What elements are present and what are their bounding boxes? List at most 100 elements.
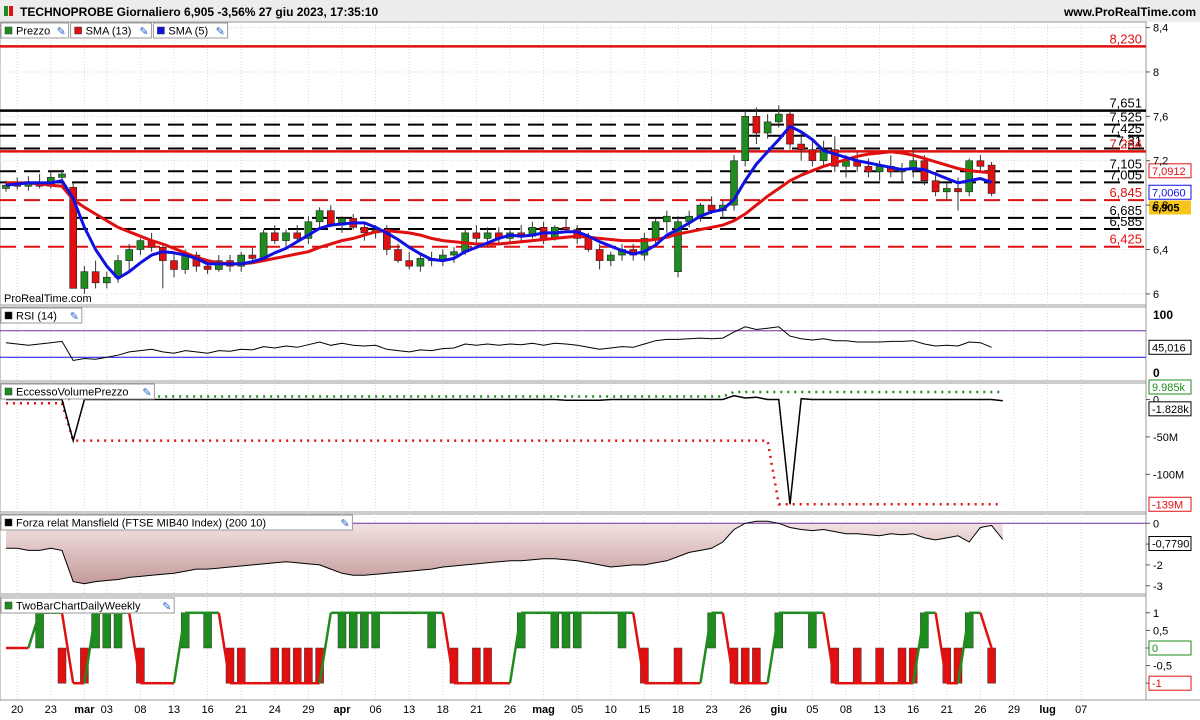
x-tick-label: 23 <box>705 704 717 716</box>
wrench-icon: ✎ <box>162 601 171 613</box>
candle-body <box>662 215 671 223</box>
wrench-icon: ✎ <box>142 387 151 399</box>
legend-item-swatch <box>74 26 82 35</box>
y-tick-label: 0 <box>1153 366 1160 380</box>
x-tick-label: 08 <box>134 704 146 716</box>
y-tick-label: 7,2 <box>1153 156 1168 168</box>
twobar-legend-swatch <box>4 601 13 610</box>
y-tick-label: -50M <box>1153 432 1178 444</box>
y-tick-label: 8 <box>1153 67 1159 79</box>
candle-body <box>405 260 414 267</box>
x-tick-label: 13 <box>873 704 885 716</box>
twobar-bar <box>203 612 212 649</box>
mansfield-legend: Forza relat Mansfield (FTSE MIB40 Index)… <box>16 518 266 530</box>
candle-body <box>651 221 660 239</box>
x-tick-label: mar <box>74 704 95 716</box>
chart-title: TECHNOPROBE Giornaliero 6,905 -3,56% 27 … <box>20 5 378 19</box>
candle-body <box>752 116 761 134</box>
evp-legend: EccessoVolumePrezzo <box>16 387 129 399</box>
legend-item-swatch <box>4 26 13 35</box>
x-tick-label: 05 <box>571 704 583 716</box>
x-tick-label: 10 <box>605 704 617 716</box>
x-tick-label: 03 <box>101 704 113 716</box>
x-tick-label: 08 <box>840 704 852 716</box>
x-tick-label: 21 <box>941 704 953 716</box>
candle-body <box>562 227 570 230</box>
y-tick-label: 1 <box>1153 608 1159 620</box>
watermark: ProRealTime.com <box>4 293 92 305</box>
site-label: www.ProRealTime.com <box>1063 5 1196 19</box>
wrench-icon: ✎ <box>340 518 349 530</box>
y-tick-label: 6,8 <box>1153 200 1168 212</box>
candle-body <box>136 240 145 250</box>
candle-body <box>259 232 268 259</box>
candle-body <box>248 254 257 259</box>
twobar-bar <box>427 612 436 649</box>
x-tick-label: lug <box>1039 704 1056 716</box>
candle-body <box>125 249 133 261</box>
twobar-bar <box>897 647 907 684</box>
candle-body <box>976 160 985 167</box>
legend-item: Prezzo <box>16 26 50 38</box>
x-tick-label: 15 <box>638 704 650 716</box>
candle-body <box>942 188 951 193</box>
candle-body <box>80 271 89 289</box>
twobar-bar <box>987 647 996 684</box>
candle-body <box>170 260 178 270</box>
twobar-bar <box>673 647 683 684</box>
twobar-bar <box>281 647 291 684</box>
twobar-zero-label: 0 <box>1152 643 1158 655</box>
header-icon <box>4 6 8 16</box>
wrench-icon: ✎ <box>216 26 225 38</box>
y-tick-label: 6,4 <box>1153 245 1168 257</box>
candle-body <box>797 143 806 150</box>
candle-body <box>360 227 369 234</box>
x-tick-label: 29 <box>302 704 314 716</box>
twobar-bar <box>371 612 380 649</box>
candle-body <box>282 232 290 241</box>
twobar-legend: TwoBarChartDailyWeekly <box>16 601 141 613</box>
x-tick-label: 29 <box>1008 704 1020 716</box>
evp-last-label: -1.828k <box>1152 404 1189 416</box>
x-tick-label: 21 <box>235 704 247 716</box>
candle-body <box>91 271 100 284</box>
candle-body <box>987 164 996 194</box>
x-tick-label: 24 <box>269 704 281 716</box>
evp-top-label: 9.985k <box>1152 382 1186 394</box>
x-tick-label: giu <box>771 704 788 716</box>
rsi-legend-swatch <box>4 311 13 320</box>
x-tick-label: 26 <box>739 704 751 716</box>
candle-body <box>763 121 772 134</box>
price-level-label: 6,845 <box>1109 185 1142 200</box>
candle-body <box>954 188 962 193</box>
evp-legend-swatch <box>4 387 13 396</box>
twobar-bar <box>57 647 67 684</box>
chart-root: TECHNOPROBE Giornaliero 6,905 -3,56% 27 … <box>0 0 1200 720</box>
price-level-label: 7,284 <box>1109 136 1142 151</box>
candle-body <box>270 232 279 241</box>
candle-body <box>931 180 940 193</box>
y-tick-label: 7,6 <box>1153 111 1168 123</box>
x-tick-label: 21 <box>470 704 482 716</box>
twobar-bar <box>348 612 358 649</box>
sma5-last-label: 7,0060 <box>1152 187 1186 199</box>
candle-body <box>472 232 481 239</box>
legend-item: SMA (5) <box>168 26 208 38</box>
header-icon-red <box>9 6 13 16</box>
twobar-bar <box>360 612 369 649</box>
candle-body <box>741 116 750 162</box>
price-level-label: 7,005 <box>1109 167 1142 182</box>
x-tick-label: 13 <box>168 704 180 716</box>
candle-body <box>774 113 783 123</box>
twobar-bar <box>572 612 582 649</box>
x-tick-label: 06 <box>369 704 381 716</box>
twobar-bar <box>740 647 750 684</box>
twobar-bar <box>808 612 817 649</box>
rsi-legend: RSI (14) <box>16 311 57 323</box>
candle-body <box>203 265 212 270</box>
wrench-icon: ✎ <box>70 311 79 323</box>
twobar-bar <box>472 647 481 684</box>
twobar-bar <box>852 647 862 684</box>
candle-body <box>595 249 604 261</box>
twobar-bar <box>875 647 884 684</box>
